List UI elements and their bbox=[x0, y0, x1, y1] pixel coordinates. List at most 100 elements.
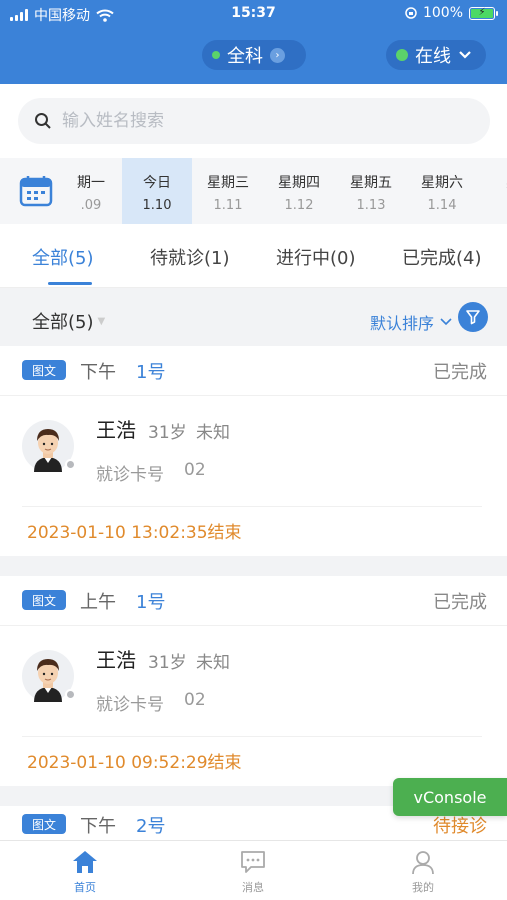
search-section bbox=[0, 84, 507, 158]
appointment-header: 图文 下午 1号 已完成 bbox=[0, 346, 507, 396]
date-item-today[interactable]: 今日 1.10 bbox=[122, 158, 192, 224]
nav-profile[interactable]: 我的 bbox=[378, 849, 468, 895]
online-status-label: 在线 bbox=[415, 46, 451, 67]
date-item[interactable]: 星1 bbox=[478, 158, 507, 224]
card-number-value: 02 bbox=[184, 690, 206, 710]
card-number-value: 02 bbox=[184, 460, 206, 480]
date-weekday: 星期六 bbox=[421, 175, 463, 191]
nav-home-label: 首页 bbox=[74, 881, 96, 894]
patient-age: 31岁 bbox=[148, 653, 187, 673]
avatar bbox=[22, 650, 76, 702]
date-item[interactable]: 星期六 1.14 bbox=[407, 158, 477, 224]
tab-in-progress[interactable]: 进行中(0) bbox=[276, 244, 356, 270]
tab-all[interactable]: 全部(5) bbox=[32, 244, 94, 270]
patient-gender: 未知 bbox=[196, 653, 230, 673]
appointment-period: 下午 bbox=[80, 362, 116, 383]
nav-home[interactable]: 首页 bbox=[40, 849, 130, 895]
appointment-header: 图文 上午 1号 已完成 bbox=[0, 576, 507, 626]
orientation-lock-icon bbox=[405, 7, 417, 19]
status-right: 100% ⚡ bbox=[405, 5, 498, 21]
patient-age: 31岁 bbox=[148, 423, 187, 443]
calendar-icon[interactable] bbox=[18, 174, 54, 208]
consult-type-badge: 图文 bbox=[22, 360, 66, 380]
card-number-label: 就诊卡号 bbox=[96, 465, 164, 485]
status-bar: 中国移动 15:37 100% ⚡ bbox=[0, 0, 507, 28]
department-selector[interactable]: 全科 › bbox=[202, 40, 306, 70]
date-value: 1.10 bbox=[142, 198, 172, 213]
sort-dropdown[interactable]: 默认排序 bbox=[370, 310, 452, 334]
date-value: .09 bbox=[80, 198, 102, 213]
date-item[interactable]: 星期四 1.12 bbox=[264, 158, 334, 224]
date-value: 1 bbox=[478, 198, 507, 213]
date-item[interactable]: 星期三 1.11 bbox=[193, 158, 263, 224]
home-icon bbox=[73, 851, 97, 873]
bottom-navigation: 首页 消息 我的 bbox=[0, 840, 507, 900]
date-item[interactable]: 星期五 1.13 bbox=[336, 158, 406, 224]
appointment-period: 上午 bbox=[80, 592, 116, 613]
end-time: 2023-01-10 09:52:29结束 bbox=[27, 753, 242, 773]
appointment-status: 已完成 bbox=[433, 592, 487, 613]
avatar bbox=[22, 420, 76, 472]
patient-name: 王浩 bbox=[96, 648, 136, 672]
sort-label: 默认排序 bbox=[370, 314, 435, 333]
department-dot-icon bbox=[212, 51, 220, 59]
tab-active-indicator bbox=[48, 282, 92, 285]
filter-dropdown[interactable]: 全部(5) ▼ bbox=[32, 308, 105, 334]
chevron-down-icon bbox=[459, 51, 471, 59]
online-status-selector[interactable]: 在线 bbox=[386, 40, 486, 70]
patient-gender: 未知 bbox=[196, 423, 230, 443]
date-strip: 期一 .09 今日 1.10 星期三 1.11 星期四 1.12 星期五 1.13 星期六… bbox=[0, 158, 507, 224]
consult-type-badge: 图文 bbox=[22, 814, 66, 834]
message-icon bbox=[241, 851, 265, 873]
card-number-label: 就诊卡号 bbox=[96, 695, 164, 715]
nav-messages[interactable]: 消息 bbox=[208, 849, 298, 895]
department-label: 全科 bbox=[227, 46, 263, 67]
top-header: 中国移动 15:37 100% ⚡ 全科 › 在线 bbox=[0, 0, 507, 84]
offline-status-dot bbox=[65, 459, 76, 470]
offline-status-dot bbox=[65, 689, 76, 700]
appointment-number: 2号 bbox=[136, 816, 166, 837]
appointment-card[interactable]: 图文 上午 1号 已完成 王浩 31岁 未知 就诊卡号 02 2023-01-1… bbox=[0, 576, 507, 786]
vconsole-button[interactable]: vConsole bbox=[393, 778, 507, 816]
battery-percent: 100% bbox=[422, 5, 463, 21]
date-weekday: 今日 bbox=[143, 175, 171, 191]
divider bbox=[22, 736, 482, 737]
date-weekday: 期一 bbox=[77, 175, 105, 191]
tab-waiting[interactable]: 待就诊(1) bbox=[150, 244, 230, 270]
appointment-status: 已完成 bbox=[433, 362, 487, 383]
date-value: 1.12 bbox=[284, 198, 314, 213]
search-input[interactable] bbox=[62, 111, 462, 131]
consult-type-badge: 图文 bbox=[22, 590, 66, 610]
chevron-right-icon: › bbox=[270, 47, 285, 63]
filter-button[interactable] bbox=[458, 302, 488, 332]
online-dot-icon bbox=[396, 49, 408, 61]
divider bbox=[22, 506, 482, 507]
date-weekday: 星期三 bbox=[207, 175, 249, 191]
date-weekday: 星 bbox=[478, 172, 507, 192]
status-tabs: 全部(5) 待就诊(1) 进行中(0) 已完成(4) bbox=[0, 224, 507, 288]
date-weekday: 星期五 bbox=[350, 175, 392, 191]
tab-completed[interactable]: 已完成(4) bbox=[402, 244, 482, 270]
date-value: 1.14 bbox=[427, 198, 457, 213]
appointment-number: 1号 bbox=[136, 362, 166, 383]
date-weekday: 星期四 bbox=[278, 175, 320, 191]
search-icon bbox=[35, 113, 51, 129]
patient-name: 王浩 bbox=[96, 418, 136, 442]
end-time: 2023-01-10 13:02:35结束 bbox=[27, 523, 242, 543]
profile-icon bbox=[412, 851, 434, 875]
date-value: 1.13 bbox=[356, 198, 386, 213]
appointment-card[interactable]: 图文 下午 1号 已完成 王浩 31岁 未知 就诊卡号 02 2023-01-1… bbox=[0, 346, 507, 556]
appointment-period: 下午 bbox=[80, 816, 116, 837]
date-item[interactable]: 期一 .09 bbox=[56, 158, 126, 224]
search-box[interactable] bbox=[18, 98, 490, 144]
nav-messages-label: 消息 bbox=[242, 881, 264, 894]
filter-bar: 全部(5) ▼ 默认排序 bbox=[0, 288, 507, 346]
date-value: 1.11 bbox=[213, 198, 243, 213]
nav-profile-label: 我的 bbox=[412, 881, 434, 894]
filter-label: 全部(5) bbox=[32, 312, 94, 333]
funnel-icon bbox=[466, 310, 480, 325]
caret-down-icon: ▼ bbox=[97, 315, 106, 327]
battery-icon: ⚡ bbox=[469, 6, 498, 20]
appointment-number: 1号 bbox=[136, 592, 166, 613]
chevron-down-icon bbox=[440, 318, 452, 326]
